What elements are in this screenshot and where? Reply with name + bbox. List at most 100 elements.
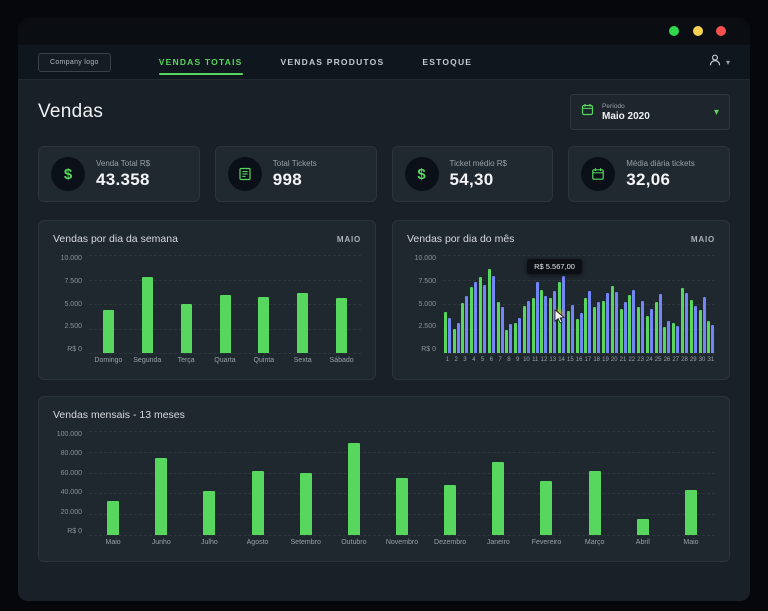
bar[interactable]: [584, 298, 588, 353]
window-button-green[interactable]: [669, 25, 680, 36]
user-menu[interactable]: ▾: [708, 53, 730, 72]
x-axis-tick: 17: [584, 357, 592, 363]
bar[interactable]: [680, 288, 684, 353]
bar[interactable]: [689, 300, 693, 353]
bar[interactable]: [219, 295, 231, 353]
bar[interactable]: [474, 282, 478, 353]
bar[interactable]: [597, 302, 601, 353]
period-selector[interactable]: Período Maio 2020 ▾: [570, 94, 730, 130]
tab-estoque[interactable]: ESTOQUE: [422, 45, 472, 79]
bar[interactable]: [443, 311, 447, 353]
bar[interactable]: [447, 317, 451, 353]
bar[interactable]: [452, 329, 456, 353]
bar[interactable]: [593, 306, 597, 353]
bar[interactable]: [347, 443, 360, 535]
bar[interactable]: [707, 320, 711, 353]
bar[interactable]: [636, 519, 649, 535]
bar[interactable]: [522, 305, 526, 353]
bar[interactable]: [155, 458, 168, 535]
bar[interactable]: [526, 301, 530, 353]
x-axis-tick: Maio: [683, 539, 699, 546]
bar[interactable]: [637, 306, 641, 353]
bar[interactable]: [588, 291, 592, 353]
bar[interactable]: [299, 472, 312, 535]
bar[interactable]: [258, 297, 270, 353]
bar[interactable]: [479, 276, 483, 353]
bar[interactable]: [336, 298, 348, 353]
bar[interactable]: [461, 303, 465, 353]
bar[interactable]: [645, 315, 649, 353]
window-button-red[interactable]: [716, 25, 726, 36]
bar[interactable]: [465, 296, 469, 353]
bar[interactable]: [500, 306, 504, 353]
bar[interactable]: [456, 322, 460, 353]
app-window: Company logo VENDAS TOTAIS VENDAS PRODUT…: [18, 18, 750, 601]
bar[interactable]: [141, 276, 153, 353]
bar[interactable]: [509, 323, 513, 353]
bar[interactable]: [518, 317, 522, 353]
y-axis-tick: 80.000: [60, 450, 82, 458]
period-label: Período: [602, 102, 625, 110]
bar[interactable]: [102, 309, 114, 353]
bar[interactable]: [693, 305, 697, 353]
bar[interactable]: [619, 308, 623, 353]
bar[interactable]: [544, 296, 548, 353]
bar[interactable]: [672, 322, 676, 353]
bar[interactable]: [107, 500, 120, 535]
bar[interactable]: [676, 325, 680, 353]
bar[interactable]: [444, 485, 457, 535]
bar[interactable]: [575, 318, 579, 353]
bar[interactable]: [470, 287, 474, 353]
x-axis-tick: Sexta: [293, 357, 312, 364]
bar[interactable]: [632, 290, 636, 353]
bar[interactable]: [549, 298, 553, 353]
bar[interactable]: [588, 470, 601, 535]
bar[interactable]: [505, 330, 509, 353]
dollar-circle-icon: $: [51, 157, 85, 191]
period-value: Maio 2020: [602, 110, 650, 122]
bar[interactable]: [396, 477, 409, 535]
bar[interactable]: [203, 491, 216, 535]
bar[interactable]: [297, 293, 309, 353]
bar[interactable]: [535, 282, 539, 353]
window-button-yellow[interactable]: [692, 25, 703, 36]
bar[interactable]: [540, 480, 553, 535]
tab-vendas-totais[interactable]: VENDAS TOTAIS: [158, 45, 243, 79]
bar[interactable]: [649, 308, 653, 353]
bar[interactable]: [654, 302, 658, 353]
bar[interactable]: [684, 490, 697, 535]
bar[interactable]: [531, 298, 535, 353]
bar[interactable]: [601, 301, 605, 353]
bar[interactable]: [684, 293, 688, 353]
bar[interactable]: [610, 286, 614, 353]
bar[interactable]: [658, 294, 662, 353]
bar[interactable]: [487, 268, 491, 353]
company-logo[interactable]: Company logo: [38, 52, 111, 72]
bar[interactable]: [180, 304, 192, 353]
bar[interactable]: [251, 470, 264, 535]
bar[interactable]: [496, 302, 500, 353]
x-axis-tick: 30: [698, 357, 706, 363]
bar[interactable]: [663, 326, 667, 353]
bar[interactable]: [491, 275, 495, 353]
bar[interactable]: [579, 312, 583, 353]
x-axis-tick: 18: [593, 357, 601, 363]
bar[interactable]: [702, 297, 706, 353]
tab-vendas-produtos[interactable]: VENDAS PRODUTOS: [281, 45, 385, 79]
bar[interactable]: [570, 304, 574, 353]
bar[interactable]: [698, 309, 702, 353]
bar[interactable]: [492, 462, 505, 535]
bar[interactable]: [641, 301, 645, 353]
dollar-circle-icon: $: [404, 157, 439, 191]
bar[interactable]: [514, 322, 518, 353]
bar[interactable]: [711, 324, 715, 353]
window-controls: [660, 23, 726, 41]
bar[interactable]: [623, 302, 627, 353]
bar[interactable]: [605, 293, 609, 353]
bar[interactable]: [667, 320, 671, 353]
bar[interactable]: [566, 310, 570, 353]
bar[interactable]: [614, 292, 618, 353]
bar[interactable]: [628, 295, 632, 353]
bar[interactable]: [483, 285, 487, 353]
bar[interactable]: [540, 290, 544, 353]
